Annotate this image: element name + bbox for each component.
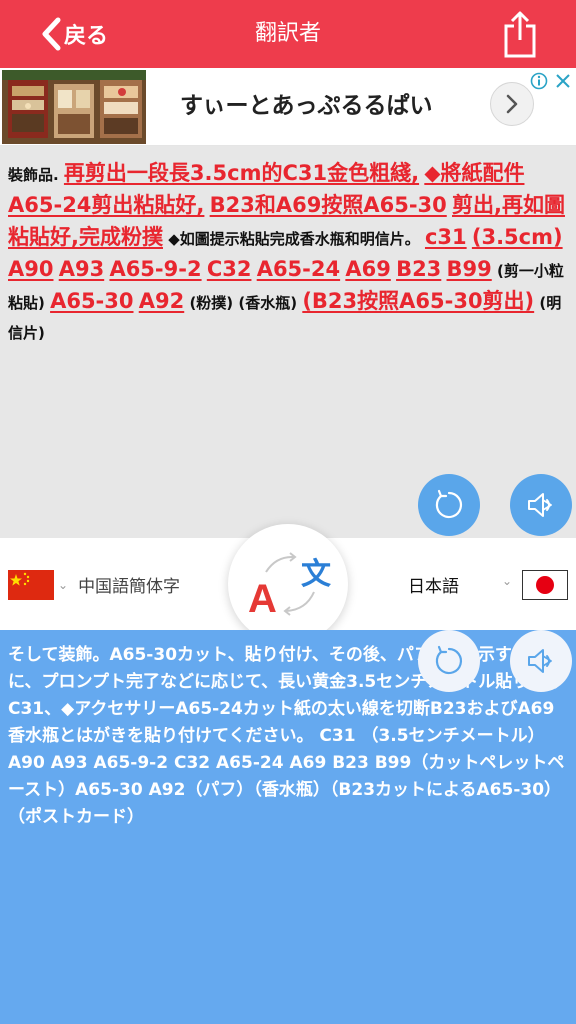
target-language-selector[interactable]: 日本語 [408, 572, 459, 597]
target-refresh-button[interactable] [418, 630, 480, 692]
top-bar: 翻訳者 戻る [0, 0, 576, 68]
source-highlight-segment: A90 [8, 257, 54, 281]
target-language-label: 日本語 [408, 577, 459, 597]
chevron-down-icon: ⌄ [502, 574, 513, 588]
translated-text: そして装飾。A65-30カット、貼り付け、その後、パフ◆図の示すように、プロンプ… [8, 645, 565, 827]
source-text-panel[interactable]: 裝飾品. 再剪出一段長3.5cm的C31金色粗綫, ◆將紙配件A65-24剪出粘… [0, 146, 576, 538]
ad-open-button[interactable] [490, 82, 534, 126]
source-refresh-button[interactable] [418, 474, 480, 536]
svg-text:A: A [248, 577, 277, 621]
source-highlight-segment: A69 [345, 257, 391, 281]
source-highlight-segment: (3.5cm) [471, 225, 563, 249]
source-highlight-segment: (B23按照A65-30剪出) [302, 289, 535, 313]
source-highlight-segment: c31 [424, 225, 467, 249]
info-icon[interactable] [530, 72, 548, 90]
speaker-icon [528, 493, 552, 517]
speaker-icon [528, 649, 552, 673]
source-plain-segment: 裝飾品. [8, 166, 64, 184]
share-icon [504, 11, 536, 58]
japan-flag-icon[interactable] [522, 570, 568, 600]
chevron-left-icon [42, 17, 61, 51]
source-plain-segment: ◆如圖提示粘貼完成香水瓶和明信片。 [162, 230, 425, 248]
svg-text:文: 文 [301, 557, 331, 592]
target-speak-button[interactable] [510, 630, 572, 692]
source-highlight-segment: A65-24 [256, 257, 341, 281]
source-highlight-segment: B23 [396, 257, 442, 281]
ad-text: すぃーとあっぷるるぱい [180, 93, 433, 119]
source-language-selector[interactable]: ⌄ 中国語簡体字 [58, 572, 180, 597]
source-highlight-segment: A92 [138, 289, 185, 313]
source-highlight-segment: A65-30 [50, 289, 134, 313]
source-highlight-segment: B99 [446, 257, 492, 281]
ad-banner[interactable]: すぃーとあっぷるるぱい [0, 68, 576, 146]
source-plain-segment: (粉撲) (香水瓶) [184, 294, 303, 312]
close-icon[interactable] [554, 72, 572, 90]
share-button[interactable] [502, 10, 538, 58]
source-highlight-segment: A65-9-2 [109, 257, 202, 281]
source-language-label: 中国語簡体字 [78, 577, 181, 597]
refresh-icon [435, 489, 463, 519]
source-highlight-segment: C32 [206, 257, 252, 281]
source-text: 裝飾品. 再剪出一段長3.5cm的C31金色粗綫, ◆將紙配件A65-24剪出粘… [8, 158, 568, 348]
back-button[interactable]: 戻る [40, 14, 108, 54]
translate-swap-icon: A 文 [248, 552, 331, 621]
chevron-down-icon: ⌄ [58, 577, 69, 592]
chevron-right-icon [506, 94, 518, 114]
source-speak-button[interactable] [510, 474, 572, 536]
translation-panel[interactable]: そして装飾。A65-30カット、貼り付け、その後、パフ◆図の示すように、プロンプ… [0, 630, 576, 1024]
back-label: 戻る [64, 24, 109, 49]
swap-languages-button[interactable]: A 文 [228, 524, 348, 644]
source-highlight-segment: 再剪出一段長3.5cm的C31金色粗綫, [63, 161, 420, 185]
source-highlight-segment: A93 [58, 257, 105, 281]
ad-thumbnail-image [2, 70, 146, 144]
source-highlight-segment: B23和A69按照A65-30 [209, 193, 447, 217]
china-flag-icon[interactable] [8, 570, 54, 600]
refresh-icon [435, 645, 463, 675]
